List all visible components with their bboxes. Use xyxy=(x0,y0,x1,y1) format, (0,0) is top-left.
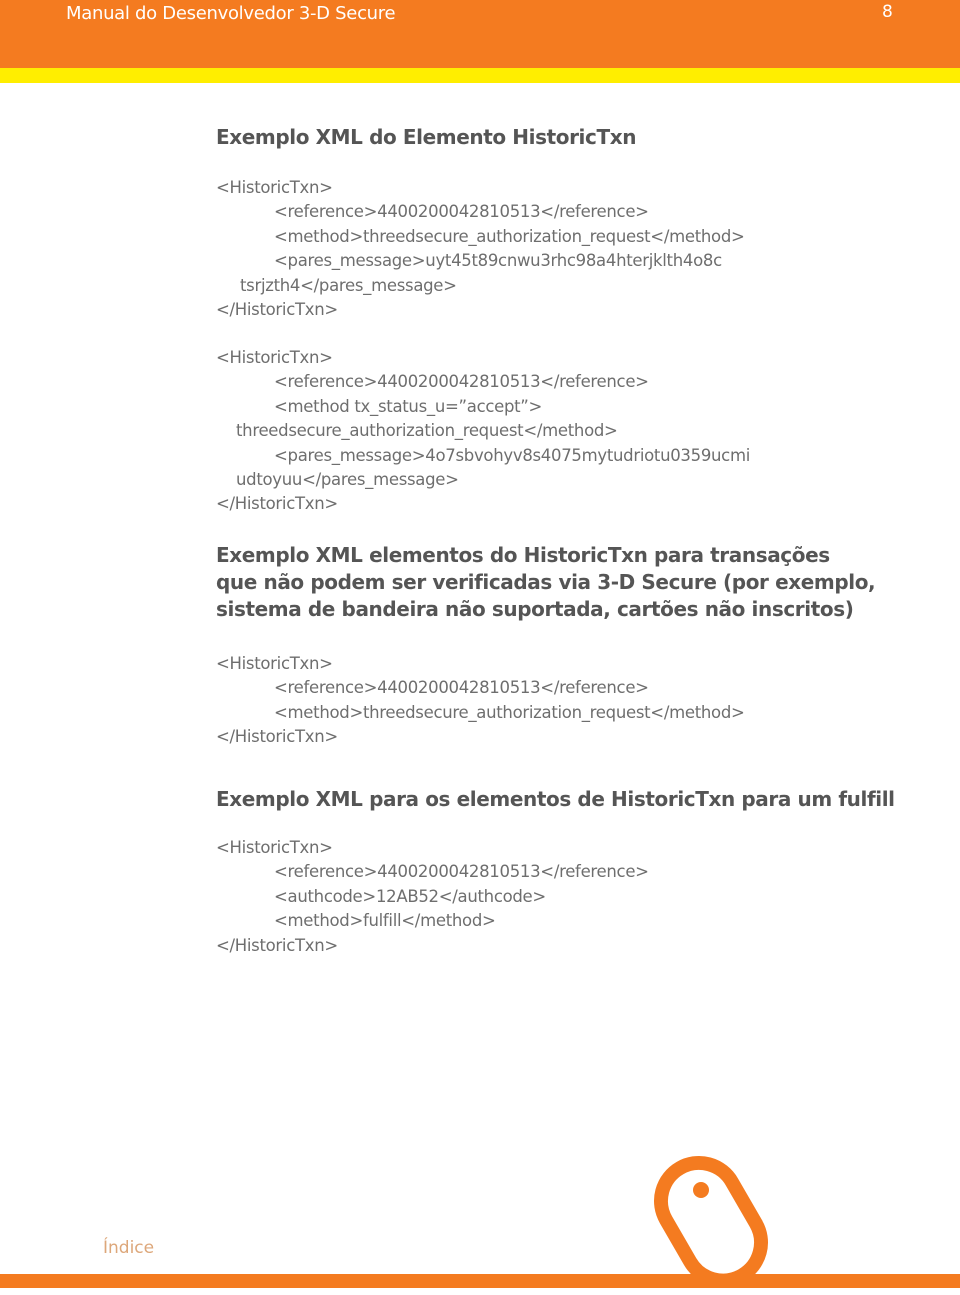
section-title-line: sistema de bandeira não suportada, cartõ… xyxy=(216,597,854,621)
section-title-line: Exemplo XML elementos do HistoricTxn par… xyxy=(216,543,830,567)
code-line: </HistoricTxn> xyxy=(216,935,338,955)
page-header: Manual do Desenvolvedor 3-D Secure 8 xyxy=(0,0,960,68)
document-title: Manual do Desenvolvedor 3-D Secure xyxy=(66,3,396,24)
code-line: <HistoricTxn> xyxy=(216,654,333,673)
code-line: <HistoricTxn> xyxy=(216,348,333,367)
code-line: <HistoricTxn> xyxy=(216,178,333,197)
code-line: <authcode>12AB52</authcode> xyxy=(274,886,546,906)
section-title: Exemplo XML elementos do HistoricTxn par… xyxy=(216,542,876,623)
header-accent-band xyxy=(0,68,960,83)
code-line: <method>fulfill</method> xyxy=(274,911,496,931)
code-line: <pares_message>uyt45t89cnwu3rhc98a4hterj… xyxy=(274,251,722,271)
xml-code-block: <HistoricTxn> <reference>440020004281051… xyxy=(216,346,750,517)
index-link[interactable]: Índice xyxy=(103,1238,154,1258)
xml-code-block: <HistoricTxn> <reference>440020004281051… xyxy=(216,652,745,750)
code-line: <HistoricTxn> xyxy=(216,838,333,857)
code-line: <method tx_status_u=”accept”> xyxy=(274,396,543,416)
code-line: <reference>4400200042810513</reference> xyxy=(274,678,649,698)
page-number: 8 xyxy=(882,2,893,22)
code-line: </HistoricTxn> xyxy=(216,494,338,514)
xml-code-block: <HistoricTxn> <reference>440020004281051… xyxy=(216,176,745,322)
code-line: <method>threedsecure_authorization_reque… xyxy=(274,226,745,246)
footer-line xyxy=(0,1274,960,1288)
code-line: <reference>4400200042810513</reference> xyxy=(274,202,649,222)
section-title: Exemplo XML do Elemento HistoricTxn xyxy=(216,125,637,149)
code-line: udtoyuu</pares_message> xyxy=(236,470,459,490)
section-title-line: que não podem ser verificadas via 3-D Se… xyxy=(216,570,876,594)
code-line: tsrjzth4</pares_message> xyxy=(240,275,457,295)
section-title: Exemplo XML para os elementos de Histori… xyxy=(216,787,895,811)
code-line: <reference>4400200042810513</reference> xyxy=(274,862,649,882)
code-line: <reference>4400200042810513</reference> xyxy=(274,372,649,392)
mouse-icon xyxy=(654,1155,768,1288)
code-line: <pares_message>4o7sbvohyv8s4075mytudriot… xyxy=(274,445,751,465)
code-line: </HistoricTxn> xyxy=(216,727,338,747)
xml-code-block: <HistoricTxn> <reference>440020004281051… xyxy=(216,836,649,958)
code-line: <method>threedsecure_authorization_reque… xyxy=(274,702,745,722)
code-line: </HistoricTxn> xyxy=(216,300,338,320)
code-line: threedsecure_authorization_request</meth… xyxy=(236,421,618,441)
